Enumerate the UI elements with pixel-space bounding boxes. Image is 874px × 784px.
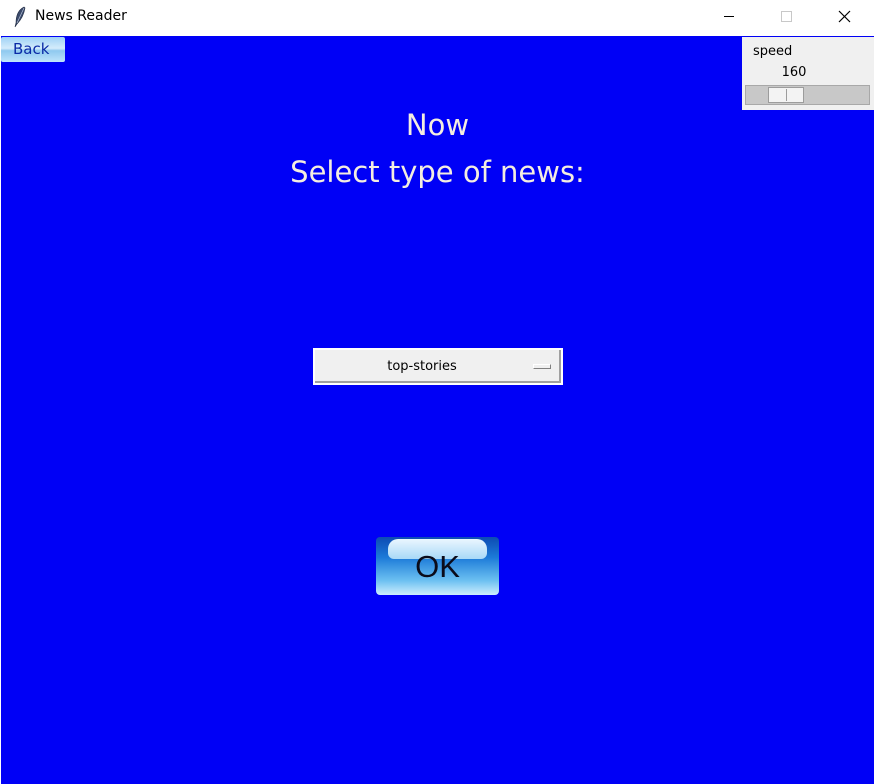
speed-panel: speed 160 [742,37,874,110]
feather-icon [14,6,26,28]
speed-label: speed [753,44,793,59]
speed-slider-handle[interactable] [768,87,804,103]
ok-button[interactable]: OK [376,537,499,595]
main-canvas: Back speed 160 Now Select type of news: … [1,36,874,784]
news-type-select[interactable]: top-stories [313,348,563,385]
window-title: News Reader [35,8,127,24]
news-type-selected-value: top-stories [387,359,457,374]
minimize-button[interactable] [706,0,752,33]
speed-slider[interactable] [745,85,870,105]
back-button[interactable]: Back [1,37,65,62]
maximize-icon [781,11,792,22]
close-icon [838,10,851,23]
title-bar: News Reader [0,0,874,35]
dropdown-indicator-icon [533,364,551,369]
heading-now: Now [405,108,470,142]
close-button[interactable] [821,0,867,33]
maximize-button[interactable] [763,0,809,33]
minimize-icon [724,16,734,17]
heading-select-type: Select type of news: [290,155,585,189]
speed-value: 160 [781,65,807,80]
ok-button-label: OK [415,549,460,584]
